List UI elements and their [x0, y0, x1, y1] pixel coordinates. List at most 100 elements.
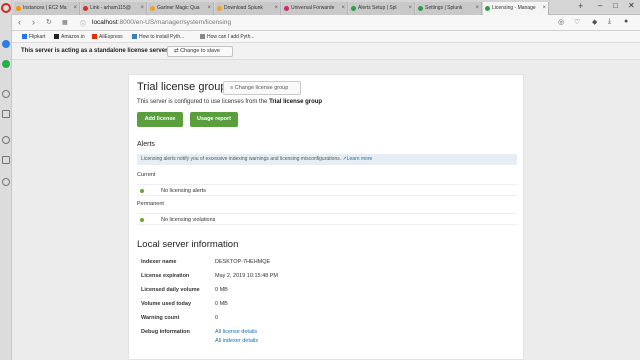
close-window-button[interactable]: ✕	[628, 1, 635, 10]
bookmark-label: How can I add Pyth...	[207, 34, 255, 40]
messenger-icon[interactable]	[2, 40, 10, 48]
current-alerts-text: No licensing alerts	[161, 188, 206, 194]
info-value: 0 MB	[215, 301, 228, 307]
info-value: May 2, 2019 10:15:48 PM	[215, 273, 278, 279]
tab-favicon-icon	[83, 6, 88, 11]
permanent-violations-row: No licensing violations	[137, 213, 517, 225]
change-to-slave-button[interactable]: ⇄ Change to slave	[167, 46, 233, 57]
close-tab-icon[interactable]: ×	[341, 2, 345, 15]
alerts-info-text: Licensing alerts notify you of excessive…	[141, 156, 342, 162]
back-icon[interactable]: ‹	[18, 17, 21, 27]
info-value: 0	[215, 315, 219, 321]
info-value: DESKTOP-7HEHMQE	[215, 259, 271, 265]
tab-ec2[interactable]: Instances | EC2 Ma ×	[14, 2, 80, 15]
tab-label: Download Splunk	[224, 5, 263, 11]
page-icon	[132, 34, 137, 39]
clock-icon[interactable]	[2, 178, 10, 186]
button-label: Change license group	[234, 85, 289, 91]
learn-more-link[interactable]: ↗Learn more	[343, 156, 373, 162]
tab-favicon-icon	[351, 6, 356, 11]
button-label: Change to slave	[180, 48, 220, 54]
close-tab-icon[interactable]: ×	[542, 2, 546, 15]
forward-icon[interactable]: ›	[32, 17, 35, 27]
tab-favicon-icon	[418, 6, 423, 11]
info-key: Debug information	[141, 329, 190, 335]
flipkart-icon	[22, 34, 27, 39]
tab-label: Settings | Splunk	[425, 5, 463, 11]
info-key: Licensed daily volume	[141, 287, 200, 293]
url-host: localhost	[92, 19, 118, 26]
history-icon[interactable]	[2, 156, 10, 164]
tab-licensing[interactable]: Licensing - Manage ×	[483, 2, 549, 15]
site-info-icon[interactable]: ⓘ	[80, 19, 86, 28]
url-path: :8000/en-US/manager/system/licensing	[117, 19, 232, 26]
bookmark-label: AliExpress	[99, 34, 123, 40]
tab-link[interactable]: Link - arham115@ ×	[81, 2, 147, 15]
reload-icon[interactable]: ↻	[46, 18, 52, 26]
close-tab-icon[interactable]: ×	[274, 2, 278, 15]
whatsapp-icon[interactable]	[2, 60, 10, 68]
group-description: This server is configured to use license…	[137, 99, 322, 105]
info-key: Volume used today	[141, 301, 192, 307]
tab-alerts-setup[interactable]: Alerts Setup | Spl ×	[349, 2, 415, 15]
tab-favicon-icon	[16, 6, 21, 11]
status-dot-icon	[140, 189, 144, 193]
usage-report-button[interactable]: Usage report	[190, 112, 238, 127]
bookmark-aliexpress[interactable]: AliExpress	[92, 31, 123, 43]
info-key: Warning count	[141, 315, 180, 321]
status-dot-icon	[140, 218, 144, 222]
tab-label: Link - arham115@	[90, 5, 131, 11]
speed-dial-icon[interactable]: ▦	[62, 19, 68, 26]
link-label: Learn more	[346, 156, 373, 162]
amazon-icon	[54, 34, 59, 39]
info-value: 0 MB	[215, 287, 228, 293]
local-server-heading: Local server information	[137, 239, 239, 250]
tab-favicon-icon	[217, 6, 222, 11]
tab-favicon-icon	[150, 6, 155, 11]
send-icon[interactable]	[2, 110, 10, 118]
group-name: Trial license group	[269, 99, 323, 105]
change-license-group-button[interactable]: ≡ Change license group	[223, 81, 301, 95]
tab-settings[interactable]: Settings | Splunk ×	[416, 2, 482, 15]
profile-icon[interactable]: ●	[624, 18, 628, 25]
heart-outline-icon[interactable]: ♡	[574, 18, 580, 26]
tab-download-splunk[interactable]: Download Splunk ×	[215, 2, 281, 15]
current-label: Current	[137, 172, 156, 178]
bookmark-amazon[interactable]: Amazon.in	[54, 31, 85, 43]
info-key: License expiration	[141, 273, 190, 279]
maximize-button[interactable]: □	[613, 1, 618, 10]
tab-favicon-icon	[284, 6, 289, 11]
all-indexer-details-link[interactable]: All indexer details	[215, 334, 258, 348]
bookmark-flipkart[interactable]: Flipkart	[22, 31, 45, 43]
heart-icon[interactable]	[2, 136, 10, 144]
permanent-label: Permanent	[137, 201, 164, 207]
page-title: Trial license group	[137, 81, 227, 93]
alerts-heading: Alerts	[137, 141, 155, 148]
bookmark-add-python[interactable]: How can I add Pyth...	[200, 31, 255, 43]
extension-icon[interactable]: ◆	[592, 18, 597, 26]
opera-logo-icon[interactable]	[1, 3, 11, 13]
download-icon[interactable]: ⤓	[608, 18, 611, 26]
close-tab-icon[interactable]: ×	[73, 2, 77, 15]
tab-universal-forwarder[interactable]: Universal Forwarde ×	[282, 2, 348, 15]
search-icon[interactable]	[2, 90, 10, 98]
close-tab-icon[interactable]: ×	[207, 2, 211, 15]
close-tab-icon[interactable]: ×	[140, 2, 144, 15]
close-tab-icon[interactable]: ×	[408, 2, 412, 15]
bookmark-install-python[interactable]: How to install Pyth...	[132, 31, 184, 43]
minimize-button[interactable]: –	[598, 1, 602, 10]
aliexpress-icon	[92, 34, 97, 39]
add-license-button[interactable]: Add license	[137, 112, 183, 127]
url-field[interactable]: localhost:8000/en-US/manager/system/lice…	[92, 17, 231, 29]
camera-icon[interactable]: ◎	[558, 18, 564, 26]
close-tab-icon[interactable]: ×	[475, 2, 479, 15]
tab-label: Instances | EC2 Ma	[23, 5, 67, 11]
licensing-panel: Trial license group ≡ Change license gro…	[128, 74, 524, 360]
info-key: Indexer name	[141, 259, 177, 265]
page-icon	[200, 34, 205, 39]
bookmark-label: How to install Pyth...	[139, 34, 185, 40]
tab-label: Alerts Setup | Spl	[358, 5, 397, 11]
tab-label: Gartner Magic Qua	[157, 5, 200, 11]
new-tab-button[interactable]: +	[578, 1, 583, 11]
tab-gartner[interactable]: Gartner Magic Qua ×	[148, 2, 214, 15]
